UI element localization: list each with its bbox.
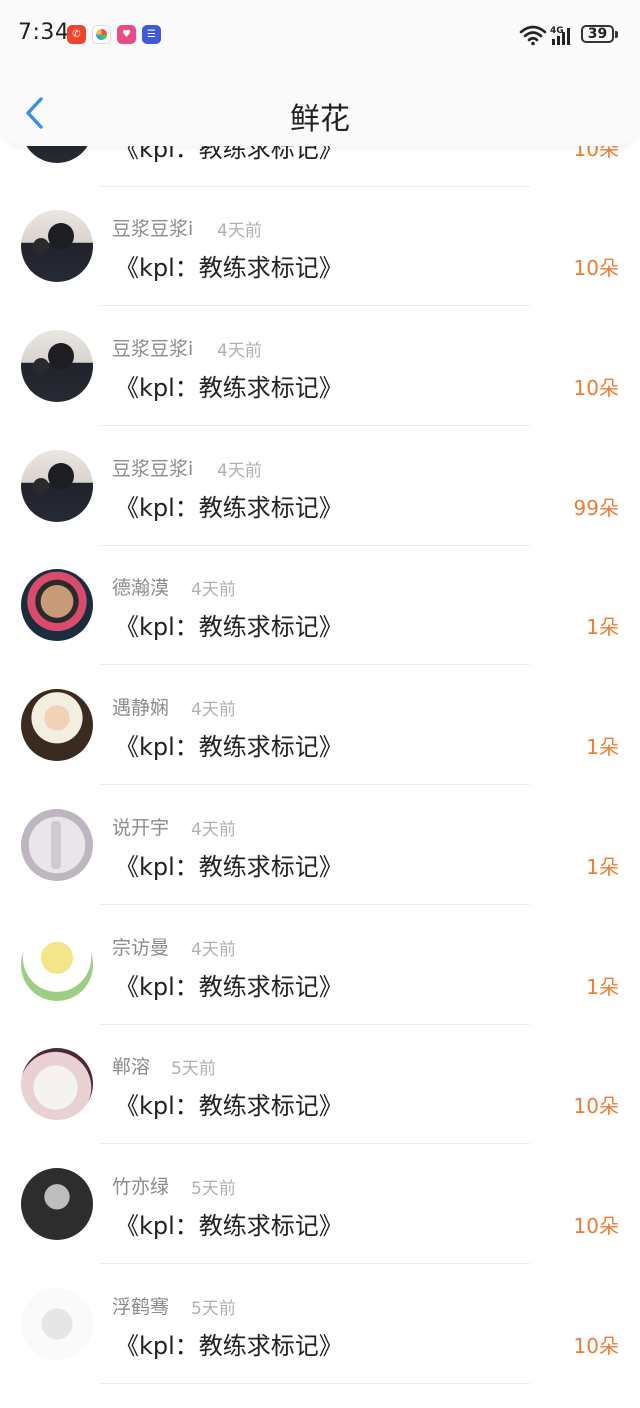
list-item[interactable]: 豆浆豆浆i 4天前 《kpl：教练求标记》 10朵: [0, 187, 640, 306]
flower-count: 10朵: [573, 1214, 619, 1238]
divider: [100, 1383, 530, 1384]
network-type-label: 4G: [550, 26, 564, 36]
post-time: 4天前: [191, 580, 236, 600]
work-title: 《kpl：教练求标记》: [115, 733, 343, 761]
divider: [100, 904, 530, 905]
top-bar: 7:34 ✆ ♥ ☰ 4G 39 鲜花: [0, 0, 640, 146]
avatar[interactable]: [21, 210, 93, 282]
divider: [100, 1263, 530, 1264]
wifi-icon: [519, 25, 547, 46]
work-title: 《kpl：教练求标记》: [115, 973, 343, 1001]
list-item[interactable]: 郸溶 5天前 《kpl：教练求标记》 10朵: [0, 1025, 640, 1144]
status-bar: 7:34 ✆ ♥ ☰ 4G 39: [0, 0, 640, 70]
work-title: 《kpl：教练求标记》: [115, 254, 343, 282]
flower-count: 10朵: [573, 1334, 619, 1358]
user-name[interactable]: 豆浆豆浆i: [112, 454, 193, 481]
flower-count: 99朵: [573, 496, 619, 520]
battery-icon: 39: [581, 24, 621, 46]
flower-count: 10朵: [573, 1094, 619, 1118]
user-name[interactable]: 德瀚漠: [112, 573, 169, 600]
post-time: 4天前: [217, 461, 262, 481]
user-name[interactable]: 遇静娴: [112, 693, 169, 720]
flower-count: 10朵: [573, 256, 619, 280]
work-title: 《kpl：教练求标记》: [115, 494, 343, 522]
app-notification-icon: ☰: [142, 25, 161, 44]
page-title: 鲜花: [290, 102, 350, 137]
user-name[interactable]: 宗访曼: [112, 933, 169, 960]
post-time: 4天前: [191, 940, 236, 960]
user-name[interactable]: 郸溶: [112, 1052, 150, 1079]
work-title: 《kpl：教练求标记》: [115, 613, 343, 641]
divider: [100, 1143, 530, 1144]
avatar[interactable]: [21, 450, 93, 522]
avatar[interactable]: [21, 929, 93, 1001]
app-notification-icon: [92, 25, 111, 44]
flower-count: 1朵: [586, 855, 619, 879]
cellular-signal-icon: 4G: [550, 26, 570, 45]
list-item[interactable]: 德瀚漠 4天前 《kpl：教练求标记》 1朵: [0, 546, 640, 665]
divider: [100, 784, 530, 785]
avatar[interactable]: [21, 330, 93, 402]
avatar[interactable]: [21, 1048, 93, 1120]
post-time: 4天前: [191, 820, 236, 840]
divider: [100, 425, 530, 426]
app-notification-icon: ✆: [67, 25, 86, 44]
user-name[interactable]: 豆浆豆浆i: [112, 334, 193, 361]
list-item[interactable]: 遇静娴 4天前 《kpl：教练求标记》 1朵: [0, 666, 640, 785]
work-title: 《kpl：教练求标记》: [115, 1092, 343, 1120]
list-item[interactable]: 说开宇 4天前 《kpl：教练求标记》 1朵: [0, 786, 640, 905]
list-item[interactable]: 浮鹤骞 5天前 《kpl：教练求标记》 10朵: [0, 1265, 640, 1384]
list-item[interactable]: 豆浆豆浆i 4天前 《kpl：教练求标记》 99朵: [0, 427, 640, 546]
flower-count: 1朵: [586, 735, 619, 759]
avatar[interactable]: [21, 689, 93, 761]
avatar[interactable]: [21, 1168, 93, 1240]
work-title: 《kpl：教练求标记》: [115, 1332, 343, 1360]
flower-count: 10朵: [573, 376, 619, 400]
work-title: 《kpl：教练求标记》: [115, 853, 343, 881]
list-item[interactable]: 宗访曼 4天前 《kpl：教练求标记》 1朵: [0, 906, 640, 1025]
avatar[interactable]: [21, 569, 93, 641]
user-name[interactable]: 豆浆豆浆i: [112, 214, 193, 241]
work-title: 《kpl：教练求标记》: [115, 374, 343, 402]
user-name[interactable]: 浮鹤骞: [112, 1292, 169, 1319]
post-time: 5天前: [191, 1179, 236, 1199]
app-notification-icon: ♥: [117, 25, 136, 44]
avatar[interactable]: [21, 1288, 93, 1360]
flower-list: 《kpl：教练求标记》 10朵 豆浆豆浆i 4天前 《kpl：教练求标记》 10…: [0, 0, 640, 1408]
post-time: 5天前: [171, 1059, 216, 1079]
work-title: 《kpl：教练求标记》: [115, 1212, 343, 1240]
list-item[interactable]: 竹亦绿 5天前 《kpl：教练求标记》 10朵: [0, 1145, 640, 1264]
user-name[interactable]: 竹亦绿: [112, 1172, 169, 1199]
nav-bar: 鲜花: [0, 70, 640, 146]
status-time: 7:34: [18, 20, 70, 45]
flower-count: 1朵: [586, 975, 619, 999]
post-time: 4天前: [217, 221, 262, 241]
post-time: 4天前: [217, 341, 262, 361]
avatar[interactable]: [21, 809, 93, 881]
post-time: 4天前: [191, 700, 236, 720]
user-name[interactable]: 说开宇: [112, 813, 169, 840]
battery-level: 39: [587, 26, 608, 42]
divider: [100, 305, 530, 306]
flower-count: 1朵: [586, 615, 619, 639]
list-item[interactable]: 豆浆豆浆i 4天前 《kpl：教练求标记》 10朵: [0, 307, 640, 426]
divider: [100, 664, 530, 665]
post-time: 5天前: [191, 1299, 236, 1319]
